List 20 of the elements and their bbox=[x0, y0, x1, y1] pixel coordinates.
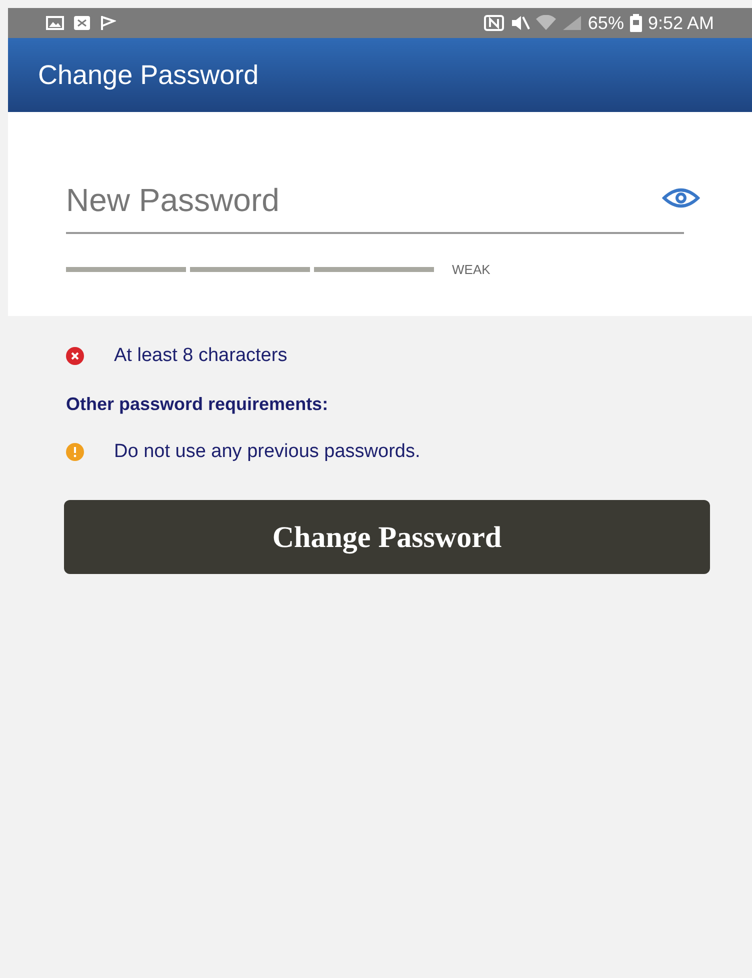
warning-icon bbox=[66, 442, 84, 461]
signal-icon bbox=[562, 15, 582, 31]
battery-icon bbox=[630, 14, 642, 32]
eye-icon[interactable] bbox=[662, 188, 700, 208]
flag-icon bbox=[100, 16, 116, 30]
password-field[interactable]: New Password bbox=[66, 176, 684, 234]
image-icon bbox=[46, 16, 64, 30]
change-password-button[interactable]: Change Password bbox=[64, 500, 710, 574]
error-icon bbox=[66, 347, 84, 366]
mail-icon bbox=[74, 16, 90, 30]
battery-percent: 65% bbox=[588, 12, 624, 34]
mute-icon bbox=[510, 15, 530, 31]
app-bar-title: Change Password bbox=[38, 58, 259, 92]
strength-label: WEAK bbox=[452, 261, 490, 279]
clock: 9:52 AM bbox=[648, 12, 714, 34]
requirement-text: Do not use any previous passwords. bbox=[114, 440, 420, 464]
nfc-icon bbox=[484, 15, 504, 31]
wifi-icon bbox=[536, 15, 556, 31]
requirement-text: At least 8 characters bbox=[114, 344, 288, 368]
requirements-heading: Other password requirements: bbox=[66, 392, 330, 416]
